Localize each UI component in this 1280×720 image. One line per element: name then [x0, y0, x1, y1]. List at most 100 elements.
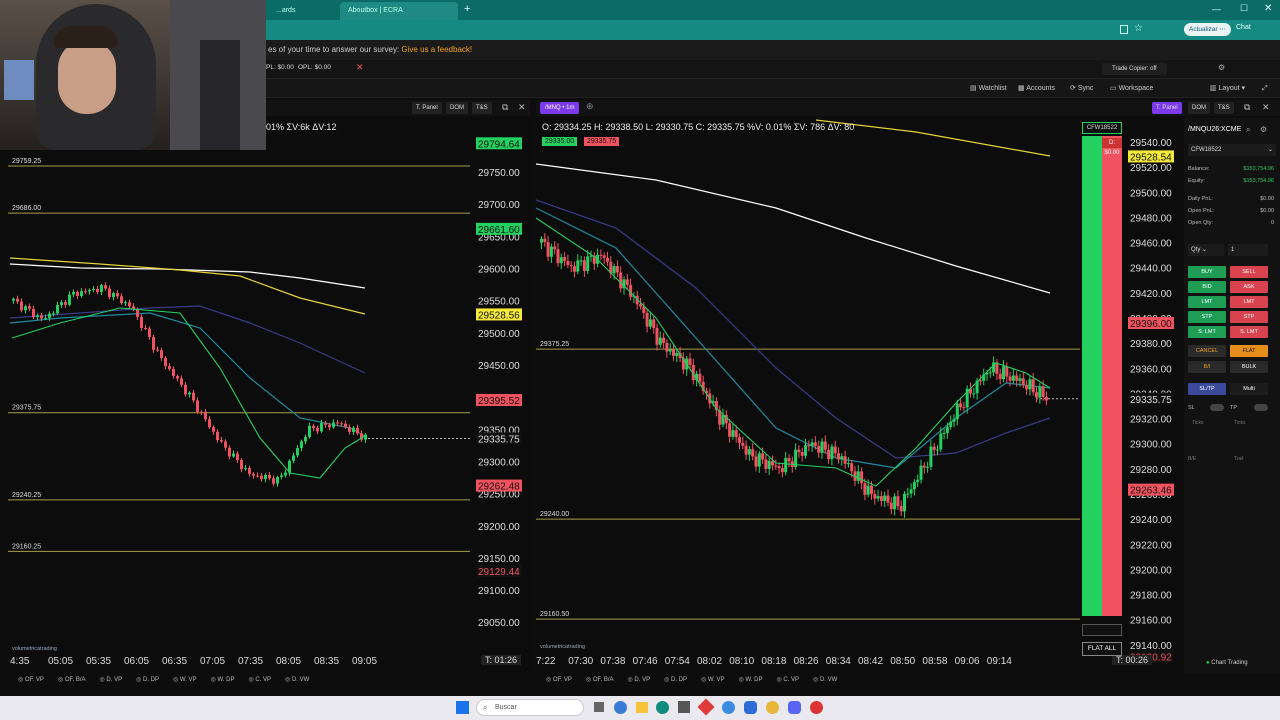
qty-input[interactable]: 1: [1228, 244, 1268, 256]
reader-icon[interactable]: [1120, 25, 1128, 34]
account-tag[interactable]: CFW18522: [1082, 122, 1122, 134]
ts-button[interactable]: T&S: [472, 102, 492, 114]
opera-icon[interactable]: [810, 701, 823, 714]
browser-tab-active[interactable]: Aboutbox | ECRA: [340, 2, 458, 20]
layout-button[interactable]: ▥ Layout ▾: [1210, 82, 1245, 96]
workspace-button[interactable]: ▭ Workspace: [1110, 82, 1153, 96]
indicator-tab[interactable]: ◎ D. VP: [100, 677, 123, 683]
ask-price-badge[interactable]: 29335.75: [584, 137, 620, 146]
right-chart-area[interactable]: 29540.00 29520.00 29500.00 29480.00 29460.00…: [536, 118, 1184, 674]
sell-limit-button[interactable]: LMT: [1230, 296, 1268, 308]
indicator-tab[interactable]: ◎ W. VP: [701, 677, 725, 683]
survey-link[interactable]: Give us a feedback!: [401, 45, 472, 54]
tpanel-button[interactable]: T. Panel: [412, 102, 442, 114]
bid-price-badge[interactable]: 29335.00: [542, 137, 578, 146]
cancel-all-icon[interactable]: ✕: [356, 62, 364, 73]
maximize-icon[interactable]: ☐: [1240, 3, 1248, 14]
chat-button[interactable]: Chat: [1236, 24, 1251, 31]
close-chart-icon[interactable]: ✕: [1262, 102, 1270, 113]
tpanel-button-active[interactable]: T. Panel: [1152, 102, 1182, 114]
candle-body: [1041, 386, 1045, 397]
sl-toggle[interactable]: [1210, 404, 1224, 411]
panel-symbol[interactable]: /MNQU26:XCME: [1188, 126, 1241, 133]
task-view-icon[interactable]: [594, 702, 604, 712]
accounts-label: Accounts: [1026, 85, 1055, 92]
buy-market-button[interactable]: BUY: [1188, 266, 1226, 278]
indicator-tab[interactable]: ◎ C. VP: [776, 677, 799, 683]
ts-button[interactable]: T&S: [1214, 102, 1234, 114]
windows-start-icon[interactable]: [456, 701, 469, 714]
indicator-tab[interactable]: ◎ D. VW: [285, 677, 309, 683]
indicator-tab[interactable]: ◎ D. VW: [813, 677, 837, 683]
star-icon[interactable]: ☆: [1134, 23, 1143, 34]
price-axis-label: 29050.00: [478, 618, 520, 629]
candle-body: [324, 423, 327, 425]
indicator-tab[interactable]: ◎ D. VP: [628, 677, 651, 683]
watchlist-button[interactable]: ▤ Watchlist: [970, 82, 1007, 96]
indicator-tab[interactable]: ◎ W. VP: [173, 677, 197, 683]
indicator-tab[interactable]: ◎ C. VP: [248, 677, 271, 683]
buy-stop-limit-button[interactable]: S. LMT: [1188, 326, 1226, 338]
minimize-icon[interactable]: —: [1212, 4, 1221, 14]
candle-body: [1044, 396, 1048, 401]
chart-trading-toggle[interactable]: ● Chart Trading: [1206, 660, 1248, 666]
mail-icon[interactable]: [744, 701, 757, 714]
account-select[interactable]: CFW18522 ⌄: [1188, 144, 1276, 156]
popout-icon[interactable]: ⧉: [1244, 102, 1250, 113]
tp-toggle[interactable]: [1254, 404, 1268, 411]
file-explorer-icon[interactable]: [636, 702, 648, 713]
sync-button[interactable]: ⟳ Sync: [1070, 82, 1093, 96]
buy-zone[interactable]: [1082, 136, 1102, 616]
new-tab-icon[interactable]: +: [464, 3, 470, 15]
cancel-button[interactable]: CANCEL: [1188, 345, 1226, 357]
store-icon[interactable]: [678, 701, 690, 713]
settings-icon[interactable]: ⚙: [1218, 63, 1225, 72]
multi-tab[interactable]: Multi: [1230, 383, 1268, 395]
search-icon[interactable]: ⌕: [1246, 125, 1250, 135]
symbol-selector[interactable]: /MNQ • 1m: [540, 102, 580, 114]
fullscreen-icon[interactable]: ⤢: [1262, 82, 1268, 96]
left-chart-area[interactable]: 29750.00 29700.00 29650.00 29600.00 29550.00…: [0, 118, 530, 674]
bi-button[interactable]: B/I: [1188, 361, 1226, 373]
discord-icon[interactable]: [788, 701, 801, 714]
settings-icon[interactable]: ⚙: [1260, 125, 1267, 134]
taskbar-search[interactable]: ⌕ Buscar: [476, 699, 584, 716]
sltp-tab[interactable]: SL/TP: [1188, 383, 1226, 395]
qty-mode-select[interactable]: Qty ⌄: [1188, 244, 1224, 256]
ma-yellow: [9, 257, 366, 315]
indicator-tab[interactable]: ◎ D. DP: [136, 677, 159, 683]
indicator-tab[interactable]: ◎ OF. VP: [546, 677, 572, 683]
buy-bid-button[interactable]: BID: [1188, 281, 1226, 293]
indicator-tab[interactable]: ◎ D. DP: [664, 677, 687, 683]
sell-stop-button[interactable]: STP: [1230, 311, 1268, 323]
left-price-chart[interactable]: 29750.0029700.0029650.0029600.0029550.00…: [0, 118, 530, 674]
browser-tab[interactable]: ...ards: [268, 2, 338, 20]
trade-copier-toggle[interactable]: Trade Copier: off: [1102, 63, 1167, 75]
popout-icon[interactable]: ⧉: [502, 102, 508, 113]
indicator-tab[interactable]: ◎ OF. VP: [18, 677, 44, 683]
update-button[interactable]: Actualizar ⋯: [1184, 23, 1231, 36]
buy-limit-button[interactable]: LMT: [1188, 296, 1226, 308]
indicator-tab[interactable]: ◎ OF. B/A: [586, 677, 614, 683]
add-indicator-icon[interactable]: ⊕: [586, 101, 594, 112]
indicator-tab[interactable]: ◎ W. DP: [739, 677, 763, 683]
edge-icon[interactable]: [656, 701, 669, 714]
indicator-tab[interactable]: ◎ W. DP: [211, 677, 235, 683]
flat-all-button[interactable]: FLAT ALL: [1082, 642, 1122, 656]
close-icon[interactable]: ✕: [1264, 3, 1272, 14]
indicator-tab[interactable]: ◎ OF. B/A: [58, 677, 86, 683]
widget-icon[interactable]: [614, 701, 627, 714]
help-icon[interactable]: [722, 701, 735, 714]
app-icon[interactable]: [697, 698, 715, 716]
chrome-icon[interactable]: [766, 701, 779, 714]
dom-button[interactable]: DOM: [1188, 102, 1210, 114]
flat-button[interactable]: FLAT: [1230, 345, 1268, 357]
accounts-button[interactable]: ▦ Accounts: [1018, 82, 1055, 96]
bulk-button[interactable]: BULK: [1230, 361, 1268, 373]
sell-stop-limit-button[interactable]: S. LMT: [1230, 326, 1268, 338]
sell-market-button[interactable]: SELL: [1230, 266, 1268, 278]
buy-stop-button[interactable]: STP: [1188, 311, 1226, 323]
close-chart-icon[interactable]: ✕: [518, 102, 526, 113]
dom-button[interactable]: DOM: [446, 102, 468, 114]
sell-ask-button[interactable]: ASK: [1230, 281, 1268, 293]
